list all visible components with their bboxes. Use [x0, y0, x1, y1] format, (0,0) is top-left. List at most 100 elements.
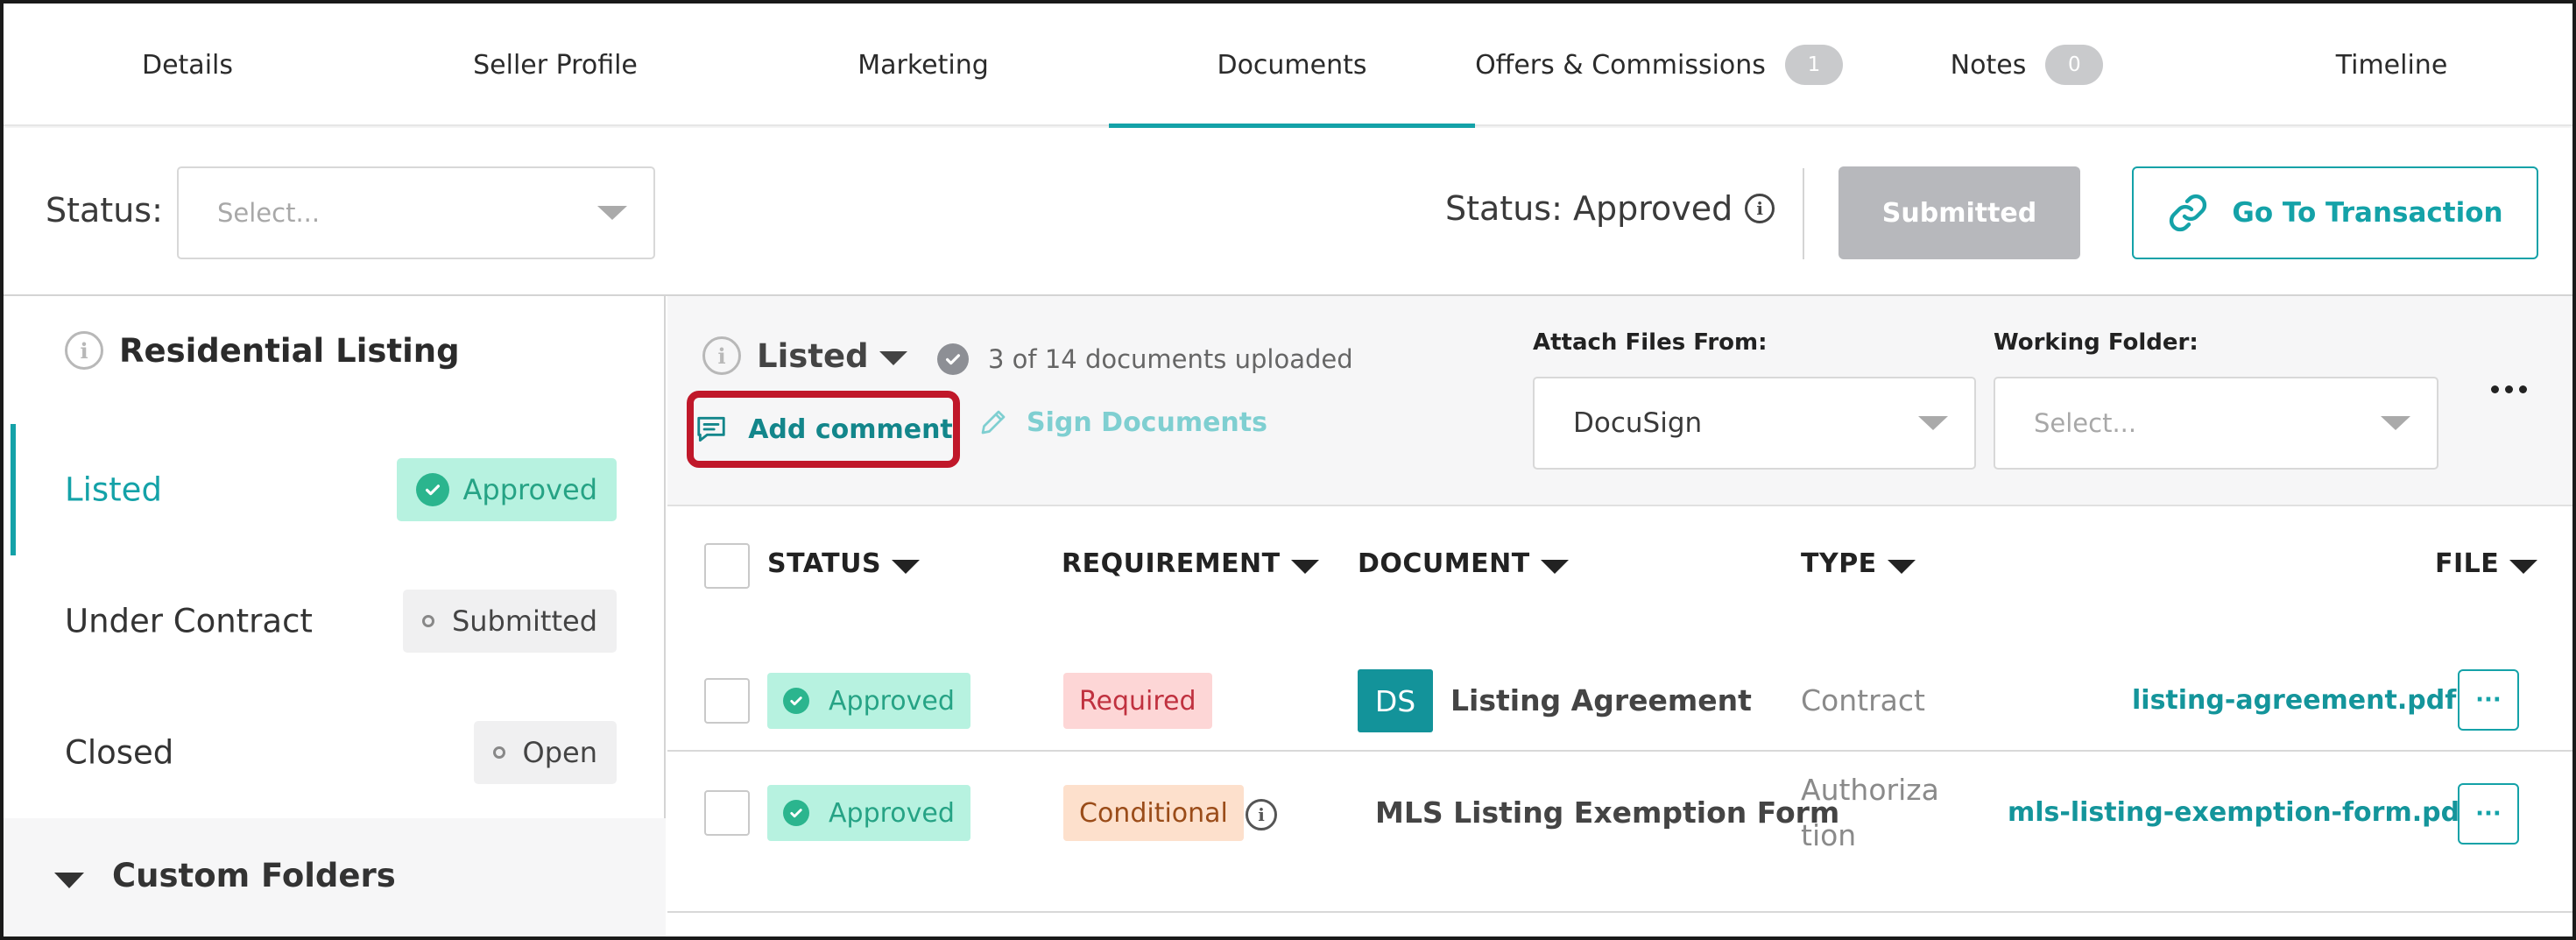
caret-down-icon: [54, 873, 84, 888]
column-header-status[interactable]: STATUS: [767, 548, 921, 579]
working-folder-label: Working Folder:: [1994, 329, 2198, 356]
row-checkbox[interactable]: [704, 790, 750, 836]
sidebar-item-closed[interactable]: Closed Open: [4, 687, 666, 818]
table-row[interactable]: Approved Conditional i MLS Listing Exemp…: [667, 752, 2572, 909]
chevron-down-icon: [1918, 416, 1948, 430]
status-select-placeholder: Select...: [217, 198, 321, 228]
requirement-badge: Conditional: [1063, 785, 1244, 841]
status-row: Status: Select... Status: Approved i Sub…: [4, 128, 2572, 296]
sidebar-item-under-contract[interactable]: Under Contract Submitted: [4, 555, 666, 687]
tab-seller-profile[interactable]: Seller Profile: [371, 4, 739, 126]
upload-progress-text: 3 of 14 documents uploaded: [988, 344, 1353, 374]
sidebar: i Residential Listing Listed Approved Un…: [4, 296, 666, 936]
info-icon[interactable]: i: [1246, 799, 1277, 830]
status-badge: Approved: [396, 458, 617, 521]
status-badge-label: Approved: [829, 797, 955, 829]
column-header-type[interactable]: TYPE: [1801, 548, 1916, 579]
sort-caret-icon: [2509, 559, 2538, 574]
pencil-icon: [981, 410, 1006, 435]
sort-caret-icon: [892, 559, 921, 574]
tab-label: Seller Profile: [473, 49, 638, 81]
tab-marketing[interactable]: Marketing: [739, 4, 1107, 126]
requirement-badge: Required: [1063, 673, 1212, 729]
info-icon[interactable]: i: [702, 336, 741, 375]
more-options-icon[interactable]: [2491, 385, 2527, 393]
notes-count-badge: 0: [2045, 45, 2104, 85]
app-window: Details Seller Profile Marketing Documen…: [0, 0, 2576, 940]
current-status-text: Status: Approved: [1445, 189, 1733, 228]
row-actions-button[interactable]: ···: [2458, 783, 2519, 845]
check-circle-icon: [415, 473, 449, 506]
sign-documents-label: Sign Documents: [1027, 406, 1267, 438]
current-status: Status: Approved i: [1445, 189, 1775, 228]
dot: [2505, 385, 2513, 393]
submitted-button[interactable]: Submitted: [1838, 166, 2080, 259]
sidebar-item-label: Closed: [65, 733, 174, 772]
info-icon[interactable]: i: [1745, 194, 1775, 223]
sign-documents-button[interactable]: Sign Documents: [977, 406, 1267, 438]
check-circle-icon: [783, 800, 809, 826]
status-badge-label: Submitted: [451, 604, 597, 638]
column-header-file[interactable]: FILE: [2435, 548, 2538, 579]
file-link[interactable]: listing-agreement.pdf: [2132, 685, 2456, 716]
document-name[interactable]: Listing Agreement: [1450, 683, 1752, 717]
stage-dropdown-label: Listed: [757, 336, 869, 375]
column-header-label: STATUS: [767, 548, 882, 579]
document-name[interactable]: MLS Listing Exemption Form: [1375, 795, 1839, 830]
circle-icon: [421, 615, 434, 627]
divider: [1803, 168, 1804, 259]
comment-icon: [697, 416, 725, 442]
dot: [2491, 385, 2499, 393]
go-to-transaction-button[interactable]: Go To Transaction: [2132, 166, 2538, 259]
sidebar-title-text: Residential Listing: [119, 331, 460, 370]
column-header-document[interactable]: DOCUMENT: [1358, 548, 1569, 579]
tab-documents[interactable]: Documents: [1109, 4, 1475, 128]
attach-files-value: DocuSign: [1573, 407, 1703, 439]
link-icon: [2170, 194, 2207, 232]
caret-down-icon: [879, 351, 907, 365]
tab-label: Notes: [1950, 49, 2027, 81]
attach-files-label: Attach Files From:: [1533, 329, 1768, 356]
document-type: Contract: [1801, 683, 1925, 717]
column-header-label: DOCUMENT: [1358, 548, 1530, 579]
tab-notes[interactable]: Notes 0: [1843, 4, 2211, 126]
file-link[interactable]: mls-listing-exemption-form.pdf: [2008, 797, 2471, 828]
column-header-requirement[interactable]: REQUIREMENT: [1062, 548, 1319, 579]
row-actions-button[interactable]: ···: [2458, 669, 2519, 731]
tab-details[interactable]: Details: [4, 4, 371, 126]
working-folder-select[interactable]: Select...: [1994, 377, 2438, 470]
status-badge: Submitted: [402, 590, 617, 653]
custom-folders-label: Custom Folders: [112, 857, 396, 894]
dot: [2519, 385, 2527, 393]
add-comment-label: Add comment: [748, 413, 953, 445]
column-header-label: FILE: [2435, 548, 2500, 579]
select-all-checkbox[interactable]: [704, 543, 750, 589]
tab-timeline[interactable]: Timeline: [2211, 4, 2572, 126]
status-select[interactable]: Select...: [177, 166, 655, 259]
tab-label: Documents: [1217, 49, 1367, 81]
chevron-down-icon: [597, 206, 627, 220]
tab-offers-commissions[interactable]: Offers & Commissions 1: [1475, 4, 1843, 126]
documents-toolbar: i Listed 3 of 14 documents uploaded Add …: [667, 296, 2572, 506]
docusign-badge: DS: [1358, 669, 1433, 732]
stage-dropdown[interactable]: i Listed: [702, 336, 907, 375]
add-comment-button[interactable]: Add comment: [687, 391, 960, 468]
status-badge: Open: [473, 721, 617, 784]
status-badge: Approved: [767, 785, 970, 841]
sidebar-item-label: Listed: [65, 470, 162, 509]
tab-label: Marketing: [857, 49, 989, 81]
custom-folders-toggle[interactable]: Custom Folders: [4, 818, 666, 936]
document-type-line: tion: [1801, 818, 1857, 852]
sidebar-item-listed[interactable]: Listed Approved: [4, 424, 666, 555]
row-checkbox[interactable]: [704, 678, 750, 724]
offers-count-badge: 1: [1784, 45, 1843, 85]
sort-caret-icon: [1887, 559, 1916, 574]
sort-caret-icon: [1290, 559, 1319, 574]
status-badge: Approved: [767, 673, 970, 729]
working-folder-placeholder: Select...: [2034, 408, 2137, 438]
attach-files-select[interactable]: DocuSign: [1533, 377, 1976, 470]
tab-bar: Details Seller Profile Marketing Documen…: [4, 4, 2572, 128]
info-icon[interactable]: i: [65, 331, 103, 370]
column-header-label: REQUIREMENT: [1062, 548, 1281, 579]
document-type: Authoriza tion: [1801, 767, 1939, 859]
